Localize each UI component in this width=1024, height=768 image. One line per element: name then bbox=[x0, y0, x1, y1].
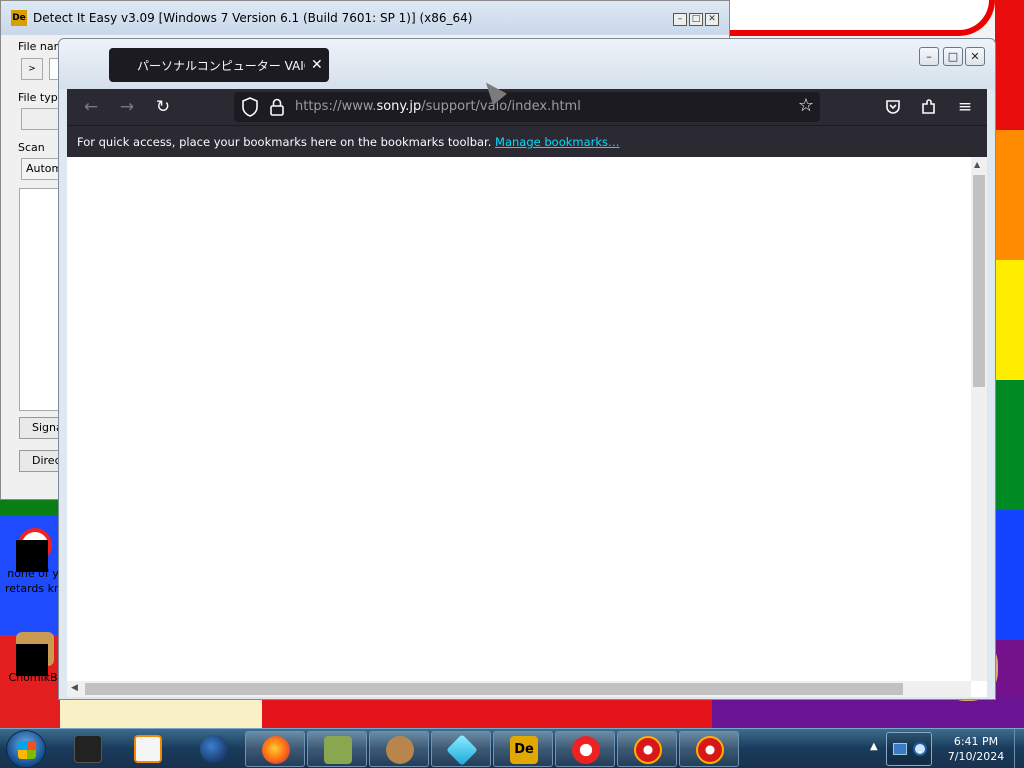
page-content[interactable]: ▲ ◀ bbox=[67, 157, 987, 697]
hamster-icon bbox=[386, 736, 414, 764]
wallpaper-stripe bbox=[995, 260, 1024, 380]
maximize-button[interactable]: □ bbox=[943, 47, 963, 66]
desktop-icon[interactable]: ChomikB bbox=[2, 632, 64, 685]
taskbar-item[interactable] bbox=[184, 731, 244, 767]
scan-label: Scan bbox=[18, 141, 45, 154]
browse-button[interactable]: > bbox=[21, 58, 43, 80]
wallpaper-shape bbox=[730, 0, 995, 36]
scroll-left-icon[interactable]: ◀ bbox=[71, 683, 78, 693]
hamster-box-icon bbox=[324, 736, 352, 764]
volume-icon[interactable] bbox=[913, 742, 927, 756]
clock[interactable]: 6:41 PM 7/10/2024 bbox=[934, 734, 1018, 764]
app-icon bbox=[16, 528, 52, 572]
reload-icon[interactable]: ↻ bbox=[149, 94, 177, 120]
firefox-window[interactable]: パーソナルコンピューター VAIO ✕ – □ ✕ ← → ↻ https://… bbox=[58, 38, 996, 700]
url-prefix: https://www. bbox=[295, 99, 377, 114]
minimize-button[interactable]: – bbox=[673, 13, 687, 26]
taskbar-item[interactable] bbox=[431, 731, 491, 767]
wallpaper-stripe bbox=[995, 0, 1024, 130]
windows-logo-icon bbox=[18, 741, 36, 759]
taskbar-item[interactable] bbox=[679, 731, 739, 767]
clock-time: 6:41 PM bbox=[953, 735, 999, 748]
bookmark-star-icon[interactable]: ☆ bbox=[798, 95, 814, 116]
red-app-icon bbox=[696, 736, 724, 764]
show-hidden-icons-icon[interactable]: ▲ bbox=[870, 741, 878, 752]
maximize-button[interactable]: □ bbox=[689, 13, 703, 26]
vertical-scrollbar[interactable]: ▲ bbox=[971, 157, 987, 681]
window-title: Detect It Easy v3.09 [Windows 7 Version … bbox=[33, 11, 473, 25]
diamond-icon bbox=[446, 734, 478, 766]
taskbar-item[interactable] bbox=[369, 731, 429, 767]
tab-title: パーソナルコンピューター VAIO bbox=[137, 58, 305, 73]
tab-close-icon[interactable]: ✕ bbox=[311, 57, 323, 73]
navigation-toolbar: ← → ↻ https://www.sony.jp/support/vaio/i… bbox=[67, 89, 987, 125]
show-desktop-button[interactable] bbox=[1014, 729, 1024, 768]
minimize-button[interactable]: – bbox=[919, 47, 939, 66]
pocket-icon[interactable] bbox=[879, 94, 907, 120]
lock-icon[interactable] bbox=[270, 98, 284, 116]
scroll-up-icon[interactable]: ▲ bbox=[974, 160, 980, 169]
menu-icon[interactable]: ≡ bbox=[951, 94, 979, 120]
tray-icons[interactable] bbox=[886, 732, 932, 766]
directory-button[interactable]: Direc bbox=[19, 450, 61, 472]
taskbar-item-firefox[interactable] bbox=[245, 731, 305, 767]
desktop-icon-label: retards kn bbox=[5, 582, 61, 595]
taskbar-item[interactable] bbox=[118, 731, 178, 767]
url-path: /support/vaio/index.html bbox=[421, 99, 581, 114]
start-button[interactable] bbox=[6, 730, 46, 768]
media-player-icon bbox=[134, 735, 162, 763]
taskbar-item[interactable] bbox=[307, 731, 367, 767]
tab-active[interactable]: パーソナルコンピューター VAIO ✕ bbox=[109, 48, 329, 82]
close-button[interactable]: ✕ bbox=[965, 47, 985, 66]
url-bar[interactable]: https://www.sony.jp/support/vaio/index.h… bbox=[234, 92, 820, 122]
scrollbar-thumb[interactable] bbox=[973, 175, 985, 387]
taskbar: De ▲ 6:41 PM 7/10/2024 bbox=[0, 728, 1024, 768]
taskbar-item[interactable] bbox=[555, 731, 615, 767]
bookmarks-toolbar: For quick access, place your bookmarks h… bbox=[67, 125, 987, 157]
clock-date: 7/10/2024 bbox=[947, 750, 1005, 763]
tracking-protection-shield-icon[interactable] bbox=[242, 97, 258, 117]
window-titlebar[interactable]: De Detect It Easy v3.09 [Windows 7 Versi… bbox=[1, 1, 729, 35]
terminal-icon bbox=[74, 735, 102, 763]
taskbar-item[interactable] bbox=[617, 731, 677, 767]
back-icon[interactable]: ← bbox=[77, 94, 105, 120]
manage-bookmarks-link[interactable]: Manage bookmarks… bbox=[495, 135, 620, 149]
app-icon: De bbox=[11, 10, 27, 26]
bookmarks-hint: For quick access, place your bookmarks h… bbox=[77, 135, 492, 149]
wallpaper-stripe bbox=[995, 380, 1024, 510]
globe-icon bbox=[200, 735, 228, 763]
signatures-button[interactable]: Signa bbox=[19, 417, 61, 439]
desktop-icon[interactable]: none of y retards kn bbox=[2, 528, 64, 596]
scan-mode-select[interactable]: Autom bbox=[21, 158, 61, 180]
url-host: sony.jp bbox=[376, 99, 422, 114]
wallpaper-stripe bbox=[995, 130, 1024, 260]
hamster-icon bbox=[16, 632, 54, 676]
network-icon[interactable] bbox=[893, 743, 907, 755]
url-text: https://www.sony.jp/support/vaio/index.h… bbox=[295, 99, 581, 114]
close-button[interactable]: ✕ bbox=[705, 13, 719, 26]
scrollbar-thumb[interactable] bbox=[85, 683, 903, 695]
horizontal-scrollbar[interactable]: ◀ bbox=[67, 681, 971, 697]
red-app-icon bbox=[572, 736, 600, 764]
file-type-select[interactable] bbox=[21, 108, 61, 130]
system-tray: ▲ 6:41 PM 7/10/2024 bbox=[866, 729, 1024, 768]
red-app-icon bbox=[634, 736, 662, 764]
forward-icon[interactable]: → bbox=[113, 94, 141, 120]
taskbar-item-detect-it-easy[interactable]: De bbox=[493, 731, 553, 767]
taskbar-item[interactable] bbox=[58, 731, 118, 767]
detect-it-easy-icon: De bbox=[510, 736, 538, 764]
extensions-icon[interactable] bbox=[915, 94, 943, 120]
scan-results-list[interactable] bbox=[19, 188, 61, 411]
firefox-icon bbox=[262, 736, 290, 764]
